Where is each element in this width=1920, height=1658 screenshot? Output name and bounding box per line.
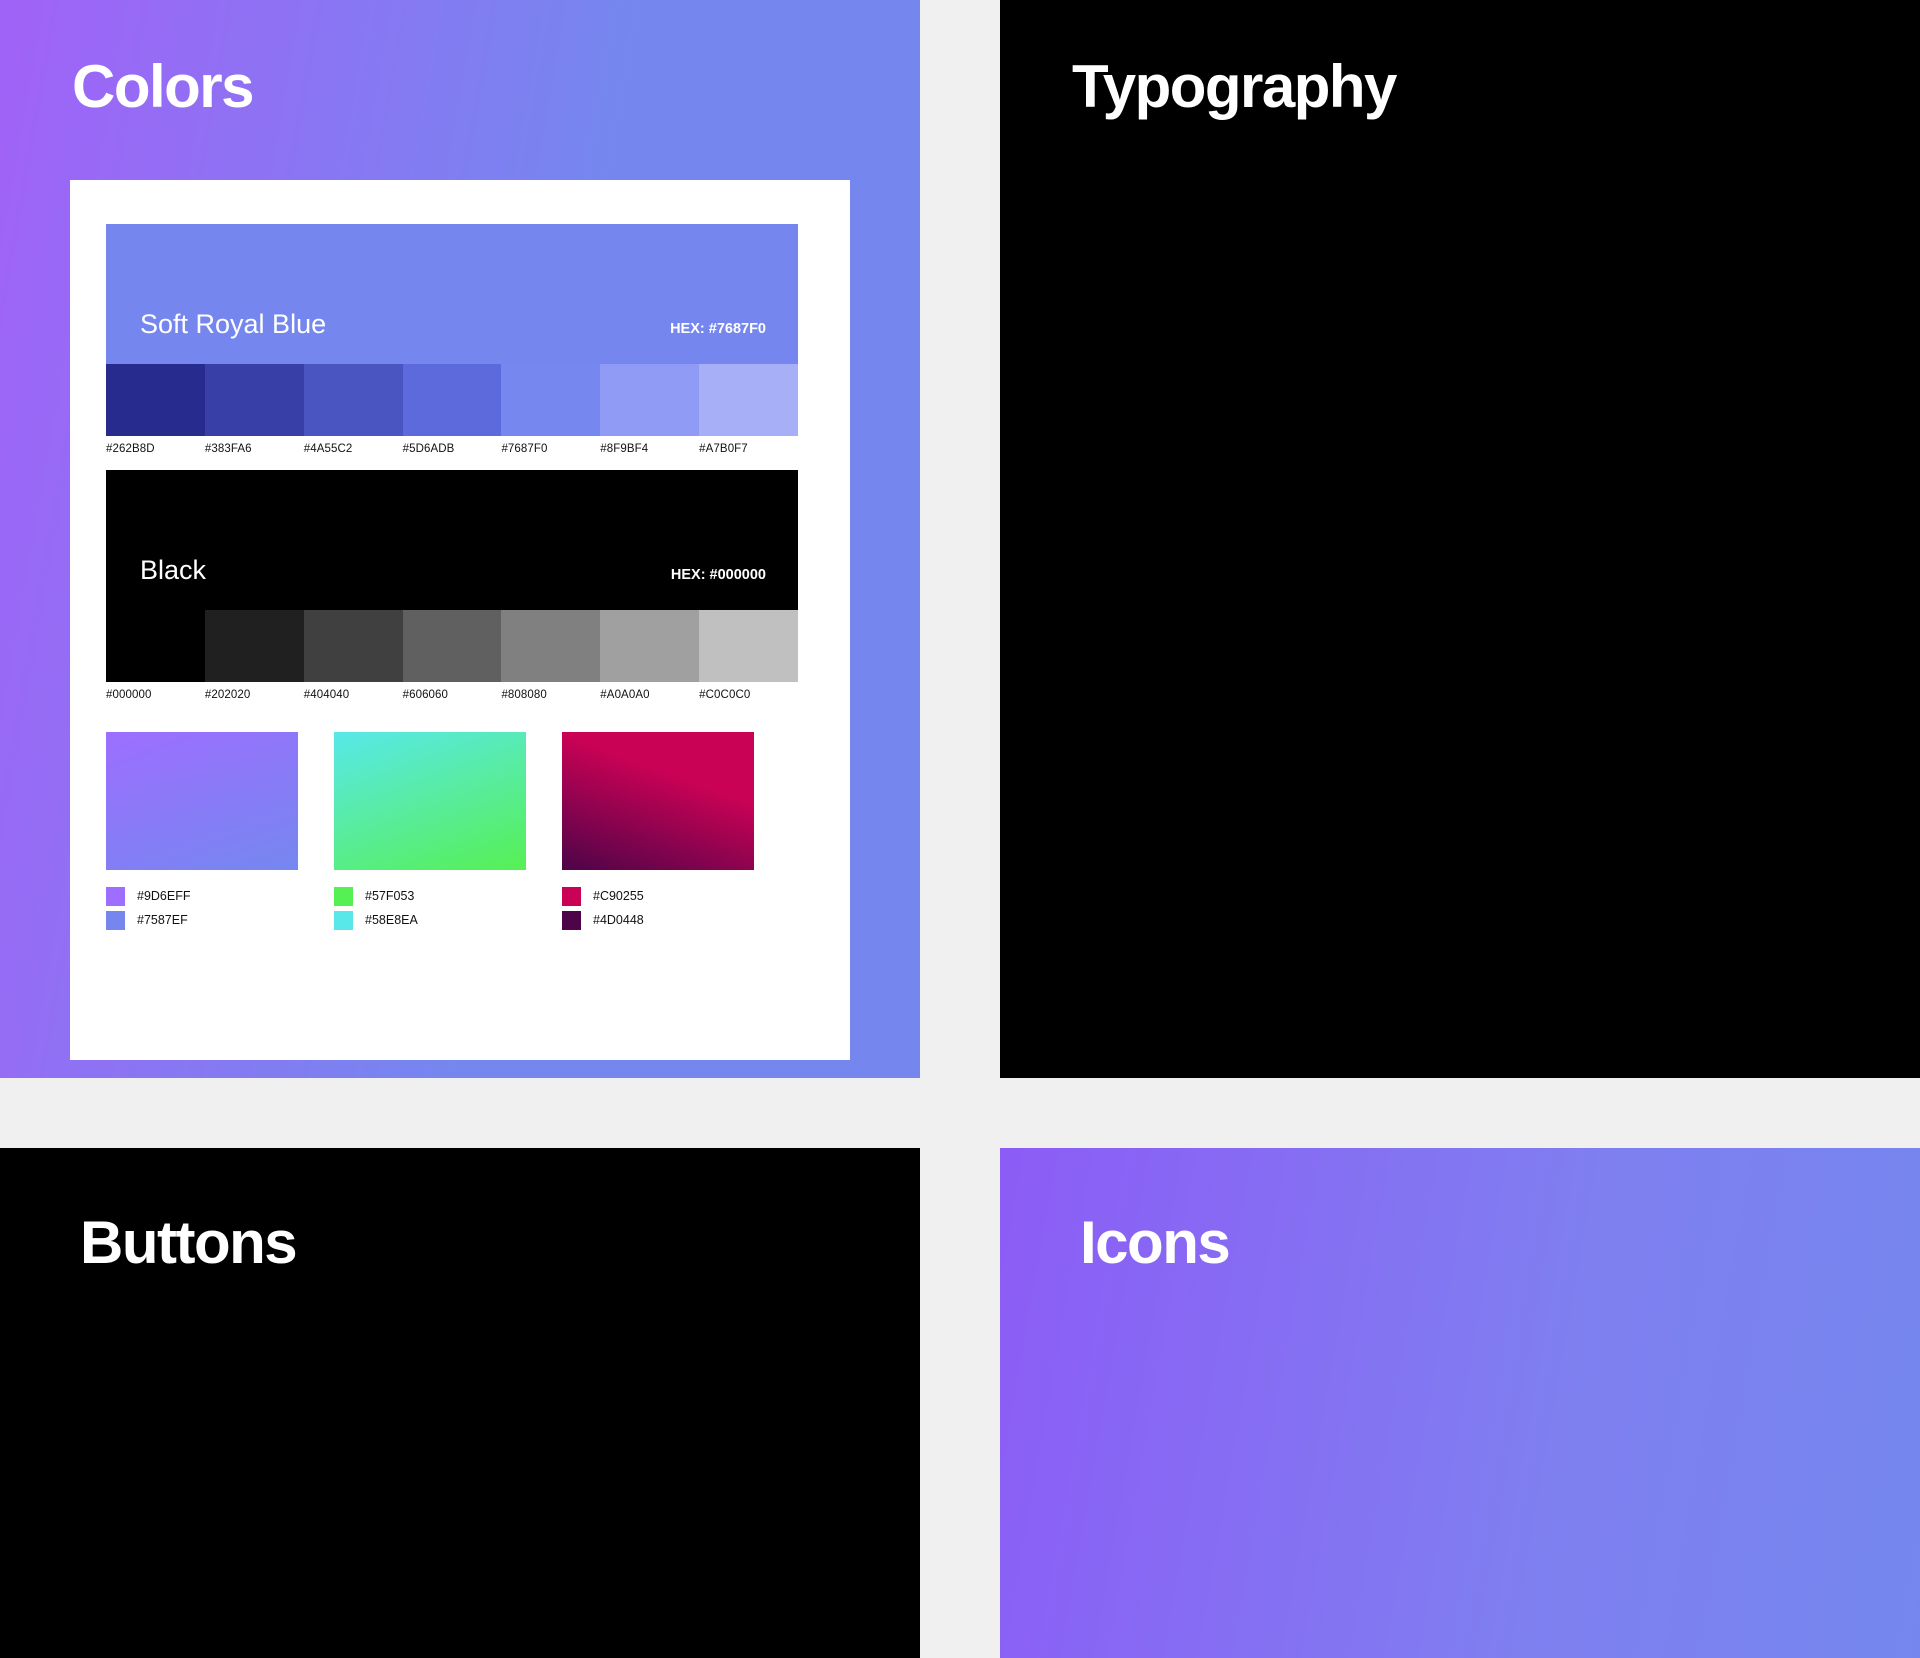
ramp-hex-label: #262B8D — [106, 443, 155, 455]
palette-name: Black — [140, 555, 207, 585]
ramp-hex-label: #C0C0C0 — [699, 689, 751, 701]
ramp-swatch[interactable] — [501, 364, 601, 436]
gradient-legend: #57F053 #58E8EA — [334, 884, 526, 932]
ramp-hex-label: #4A55C2 — [303, 443, 353, 455]
ramp-swatch[interactable] — [303, 610, 403, 682]
ramp-hex-labels: #262B8D #383FA6 #4A55C2 #5D6ADB #7687F0 … — [106, 443, 798, 455]
gradient-box[interactable] — [106, 732, 298, 870]
gradient-stop-row: #57F053 — [334, 884, 526, 908]
gradient-stop-row: #C90255 — [562, 884, 754, 908]
gradient-hex: #9D6EFF — [137, 889, 191, 903]
ramp-swatch[interactable] — [501, 610, 601, 682]
ramp-swatch[interactable] — [106, 610, 205, 682]
gradient-legend: #C90255 #4D0448 — [562, 884, 754, 932]
gradient-chip — [334, 910, 353, 930]
gradient-hex: #4D0448 — [593, 913, 644, 927]
gradient-box[interactable] — [562, 732, 754, 870]
ramp-swatch[interactable] — [402, 364, 502, 436]
gradient-chip — [106, 910, 125, 930]
buttons-panel: Buttons Known more Submit Submit — [0, 1148, 920, 1658]
ramp-swatch[interactable] — [600, 364, 700, 436]
ramp-hex-label: #808080 — [501, 689, 547, 701]
ramp-hex-label: #383FA6 — [204, 443, 252, 455]
palette-name: Soft Royal Blue — [140, 309, 327, 339]
gradient-chip — [562, 886, 581, 906]
ramp-hex-labels: #000000 #202020 #404040 #606060 #808080 … — [106, 689, 798, 701]
ramp-swatch[interactable] — [402, 610, 502, 682]
ramp-hex-label: #A7B0F7 — [699, 443, 748, 455]
ramp-hex-label: #A0A0A0 — [600, 689, 650, 701]
gradient-swatch-item: #57F053 #58E8EA — [334, 732, 526, 932]
gradient-hex: #C90255 — [593, 889, 644, 903]
colors-card: Soft Royal Blue HEX: #7687F0 #262B8D #38… — [70, 180, 850, 1060]
ramp-hex-label: #606060 — [402, 689, 449, 701]
gradient-stop-row: #4D0448 — [562, 908, 754, 932]
icons-panel-title: Icons — [1080, 1209, 1231, 1276]
gradient-box[interactable] — [334, 732, 526, 870]
gradient-hex: #57F053 — [365, 889, 415, 903]
ramp-hex-label: #7687F0 — [501, 443, 548, 455]
ramp-hex-label: #8F9BF4 — [600, 443, 649, 455]
palette-soft-royal-blue: Soft Royal Blue HEX: #7687F0 #262B8D #38… — [106, 224, 799, 455]
gradient-swatch-item: #9D6EFF #7587EF — [106, 732, 298, 932]
gradient-stop-row: #7587EF — [106, 908, 298, 932]
color-ramp — [106, 610, 799, 682]
gradient-hex: #7587EF — [137, 913, 188, 927]
gradient-swatch-item: #C90255 #4D0448 — [562, 732, 754, 932]
palette-black: Black HEX: #000000 #000000 #202020 #4040… — [106, 470, 799, 701]
ramp-swatch[interactable] — [106, 364, 205, 436]
gradient-chip — [106, 886, 125, 906]
typography-panel: Typography Inter Title Style Font Size M… — [1000, 0, 1920, 1078]
typography-panel-title: Typography — [1072, 53, 1397, 120]
gradient-legend: #9D6EFF #7587EF — [106, 884, 298, 932]
palette-hex-label: HEX: #000000 — [670, 567, 766, 583]
palette-hex-label: HEX: #7687F0 — [670, 321, 766, 337]
ramp-swatch[interactable] — [204, 364, 304, 436]
ramp-swatch[interactable] — [204, 610, 304, 682]
palette-header: Soft Royal Blue HEX: #7687F0 — [106, 224, 798, 364]
ramp-swatch[interactable] — [699, 364, 799, 436]
ramp-swatch[interactable] — [699, 610, 799, 682]
ramp-hex-label: #202020 — [204, 689, 251, 701]
colors-panel: Colors Soft Royal Blue HEX: #7687F0 #262… — [0, 0, 920, 1078]
gradient-stop-row: #58E8EA — [334, 908, 526, 932]
ramp-swatch[interactable] — [600, 610, 700, 682]
ramp-swatch[interactable] — [303, 364, 403, 436]
ramp-hex-label: #000000 — [106, 689, 152, 701]
buttons-panel-title: Buttons — [80, 1209, 298, 1276]
ramp-hex-label: #404040 — [303, 689, 350, 701]
gradient-swatch-group: #9D6EFF #7587EF #57F053 #58E8EA #C90255 … — [106, 732, 798, 932]
icons-panel: Icons — [1000, 1148, 1920, 1658]
gradient-stop-row: #9D6EFF — [106, 884, 298, 908]
gradient-chip — [562, 910, 581, 930]
colors-panel-title: Colors — [72, 53, 255, 120]
palette-header: Black HEX: #000000 — [106, 470, 798, 610]
design-system-board: Colors Soft Royal Blue HEX: #7687F0 #262… — [0, 0, 1920, 1658]
ramp-hex-label: #5D6ADB — [402, 443, 455, 455]
gradient-chip — [334, 886, 353, 906]
color-ramp — [106, 364, 799, 436]
gradient-hex: #58E8EA — [365, 913, 418, 927]
